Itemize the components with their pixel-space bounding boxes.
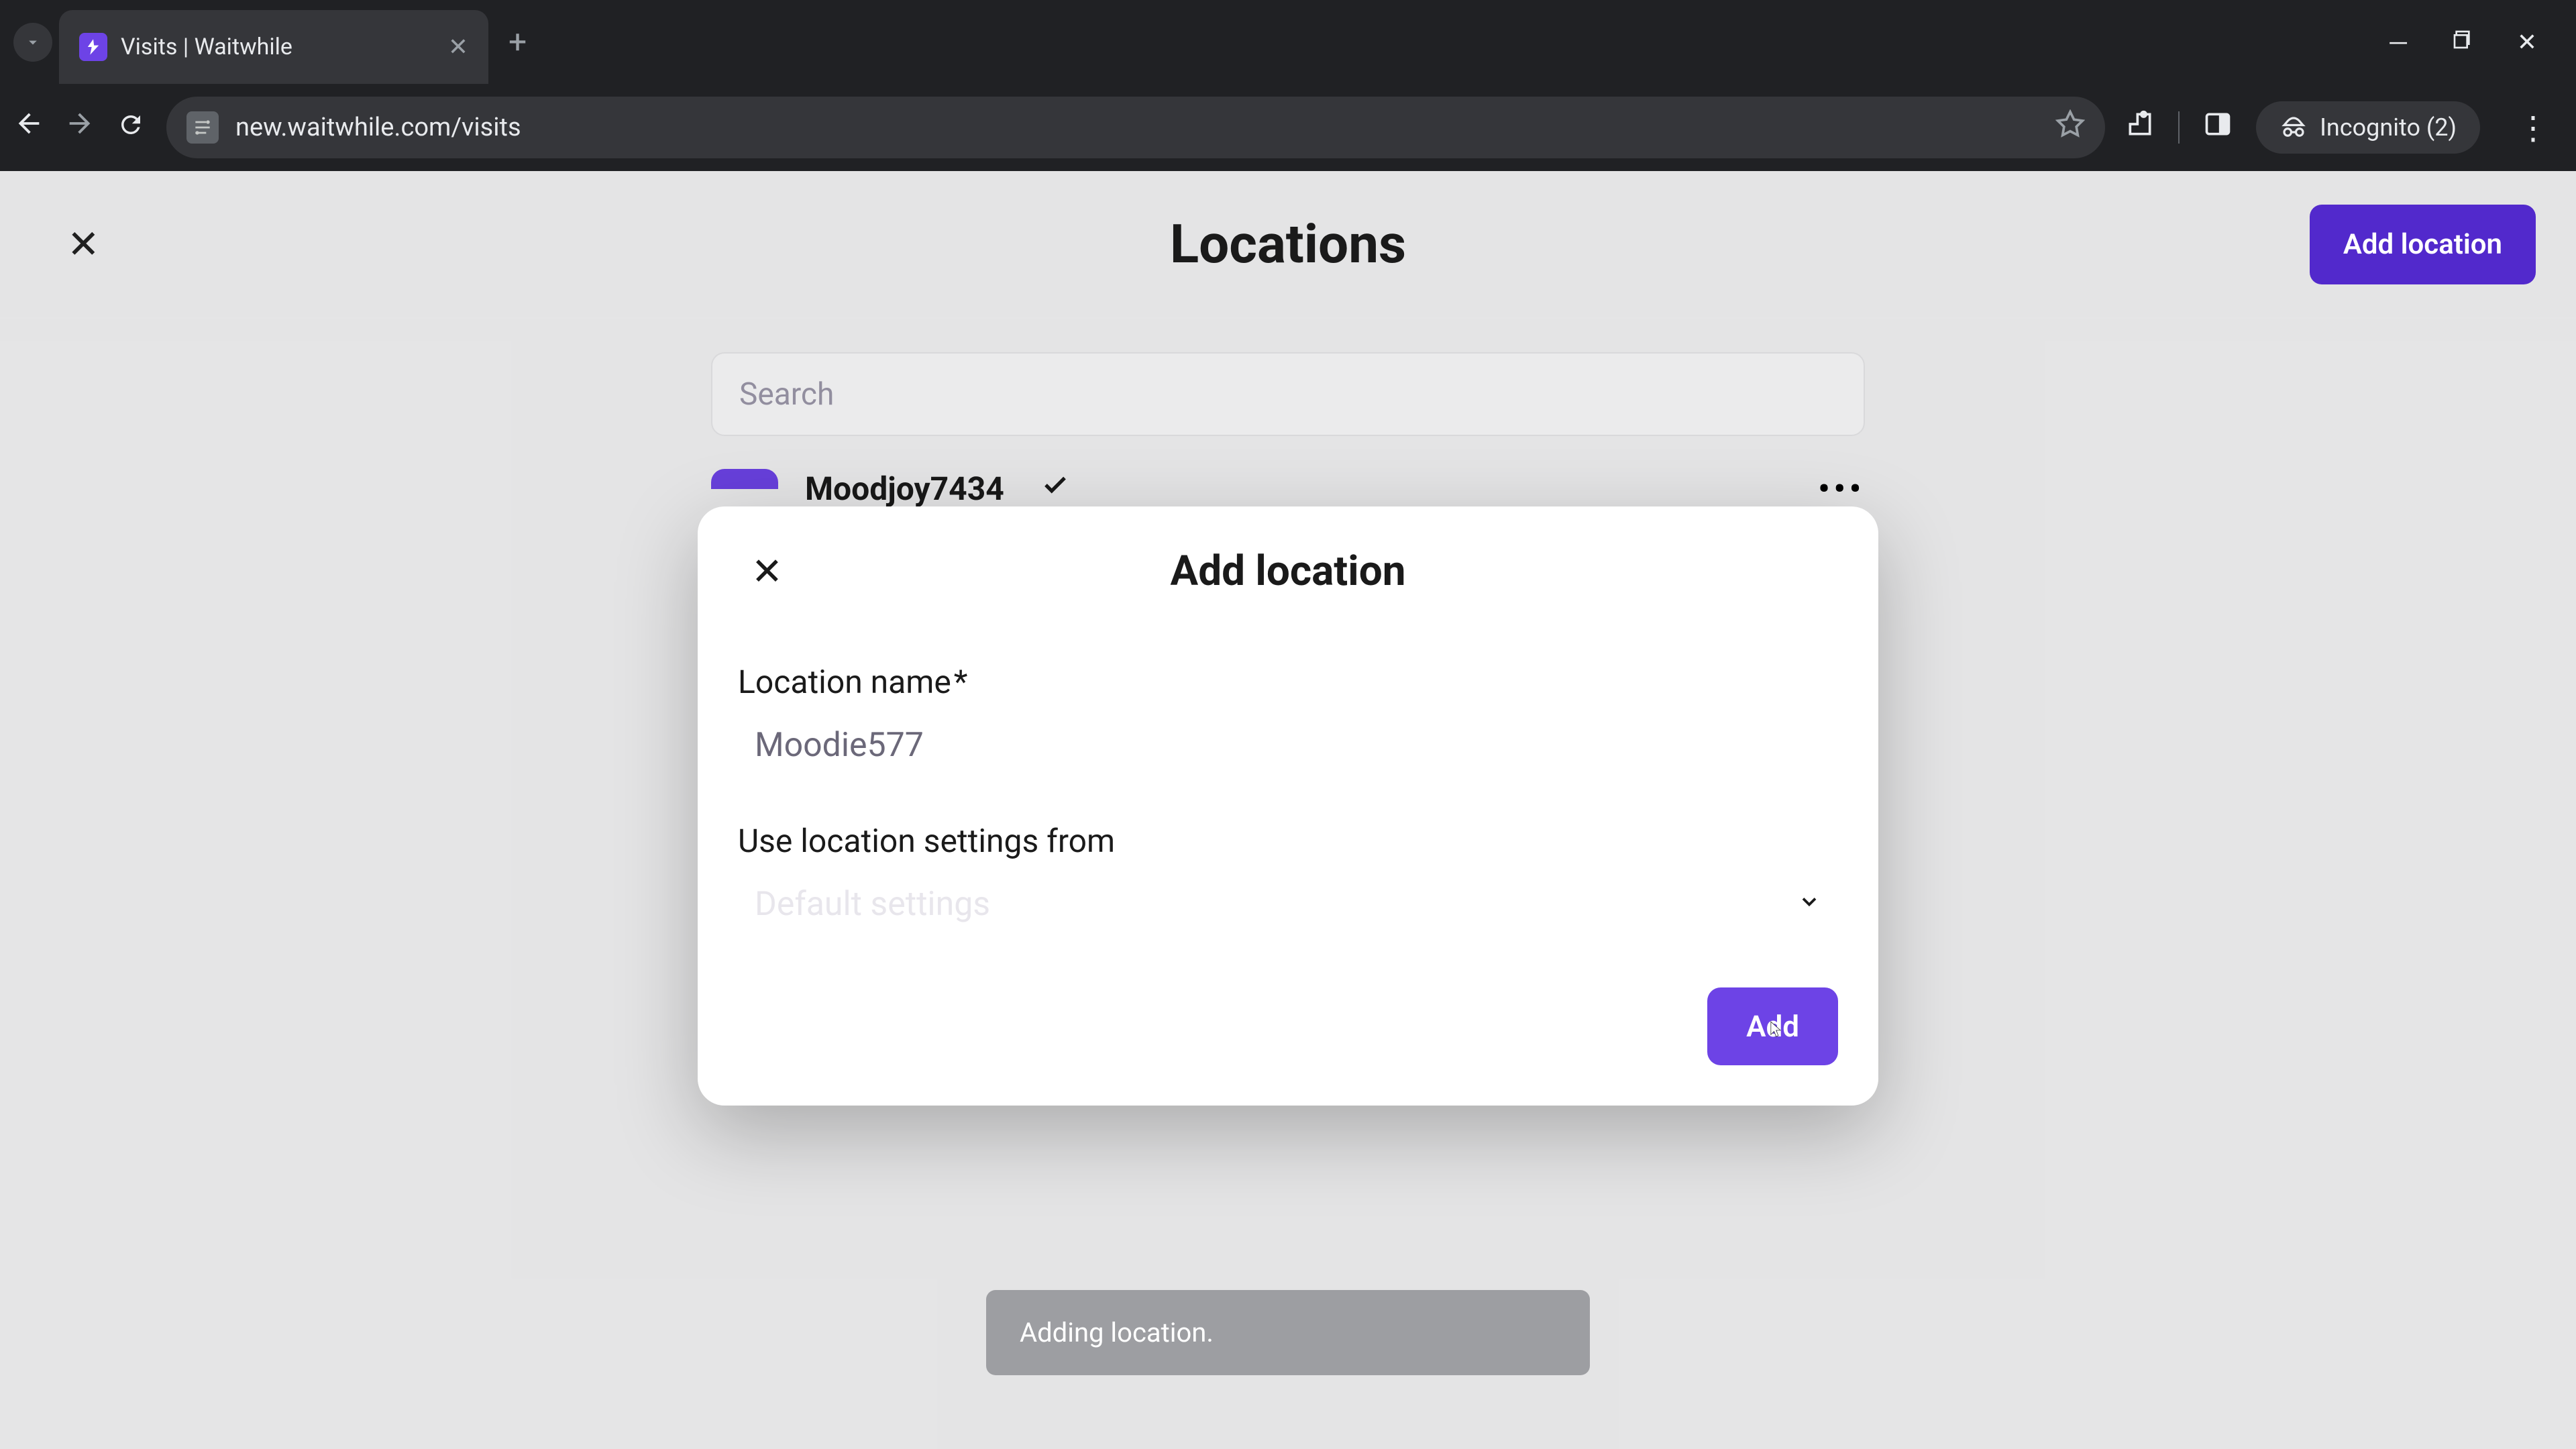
chevron-down-icon xyxy=(23,33,42,52)
extensions-icon[interactable] xyxy=(2125,109,2155,146)
tab-bar: Visits | Waitwhile ✕ + ─ ✕ xyxy=(0,0,2576,84)
add-location-modal: ✕ Add location Location name* Use locati… xyxy=(698,506,1878,1106)
modal-backdrop[interactable]: ✕ Add location Location name* Use locati… xyxy=(0,171,2576,1449)
tab-close-icon[interactable]: ✕ xyxy=(448,33,468,61)
site-settings-icon[interactable] xyxy=(186,111,219,144)
maximize-icon[interactable] xyxy=(2447,28,2478,56)
sidepanel-icon[interactable] xyxy=(2203,109,2233,146)
settings-from-group: Use location settings from Default setti… xyxy=(738,822,1838,934)
select-placeholder: Default settings xyxy=(755,885,990,924)
required-marker: * xyxy=(954,663,968,701)
modal-title: Add location xyxy=(1171,547,1406,596)
incognito-label: Incognito (2) xyxy=(2320,113,2457,142)
new-tab-button[interactable]: + xyxy=(508,23,527,61)
tab-search-dropdown[interactable] xyxy=(13,23,52,62)
add-button[interactable]: Add xyxy=(1707,987,1838,1065)
browser-chrome: Visits | Waitwhile ✕ + ─ ✕ new.waitwhile… xyxy=(0,0,2576,171)
back-icon[interactable] xyxy=(13,108,44,147)
address-bar-row: new.waitwhile.com/visits Incognito (2) ⋮ xyxy=(0,84,2576,171)
label-text: Location name xyxy=(738,663,951,701)
forward-icon[interactable] xyxy=(64,108,95,147)
waitwhile-favicon xyxy=(79,33,107,61)
browser-menu-icon[interactable]: ⋮ xyxy=(2504,109,2563,147)
modal-close-icon[interactable]: ✕ xyxy=(751,549,783,594)
cursor-icon xyxy=(1760,1018,1786,1043)
star-icon[interactable] xyxy=(2055,109,2085,146)
url-text: new.waitwhile.com/visits xyxy=(235,113,2039,142)
close-window-icon[interactable]: ✕ xyxy=(2512,28,2542,56)
address-bar[interactable]: new.waitwhile.com/visits xyxy=(166,97,2105,158)
modal-footer: Add xyxy=(738,987,1838,1065)
page-content: ✕ Locations Add location Search Moodjoy7… xyxy=(0,171,2576,1449)
window-controls: ─ ✕ xyxy=(2383,28,2563,56)
incognito-chip[interactable]: Incognito (2) xyxy=(2256,101,2480,154)
minimize-icon[interactable]: ─ xyxy=(2383,28,2414,56)
location-name-input[interactable] xyxy=(738,716,1838,775)
modal-header: ✕ Add location xyxy=(738,547,1838,596)
toolbar-icons: Incognito (2) ⋮ xyxy=(2125,101,2563,154)
incognito-icon xyxy=(2279,113,2308,142)
location-name-label: Location name* xyxy=(738,663,1838,701)
settings-from-select[interactable]: Default settings xyxy=(738,875,1838,934)
tab-title: Visits | Waitwhile xyxy=(121,34,435,60)
settings-from-label: Use location settings from xyxy=(738,822,1838,860)
browser-tab[interactable]: Visits | Waitwhile ✕ xyxy=(59,10,488,84)
chevron-down-icon xyxy=(1797,888,1821,921)
location-name-group: Location name* xyxy=(738,663,1838,775)
reload-icon[interactable] xyxy=(115,109,146,147)
toolbar-divider xyxy=(2178,111,2180,144)
